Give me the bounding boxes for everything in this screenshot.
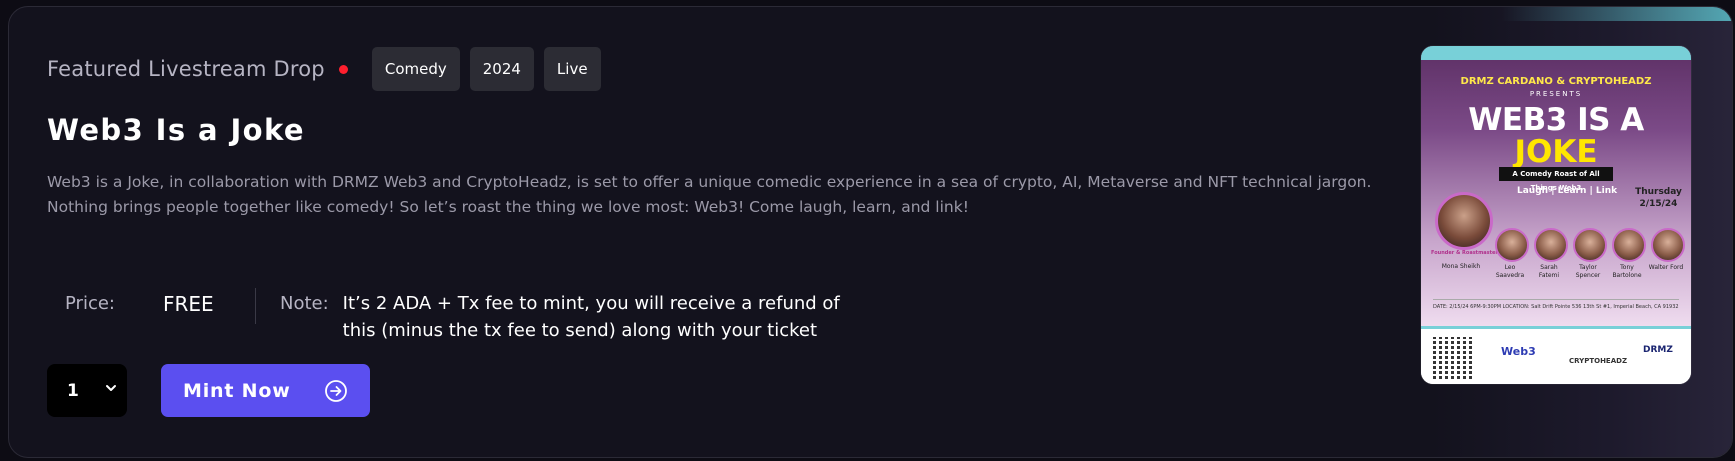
poster-title-line1: WEB3 IS A: [1468, 102, 1644, 138]
event-description: Web3 is a Joke, in collaboration with DR…: [47, 173, 1372, 216]
price-label: Price:: [65, 293, 115, 314]
comedian-avatar: [1573, 228, 1607, 262]
comedian-name: Walter Ford: [1648, 264, 1684, 271]
quantity-select[interactable]: 1: [47, 364, 127, 417]
poster-date-value: 2/15/24: [1639, 199, 1678, 209]
comedian-name: Leo Saavedra: [1495, 264, 1525, 279]
live-indicator-icon: [338, 64, 348, 74]
host-label: Founder & Roastmaster: [1431, 250, 1498, 256]
card-glow-top: [1502, 7, 1732, 21]
tag-year[interactable]: 2024: [469, 47, 534, 91]
host-name: Mona Sheikh: [1441, 263, 1481, 270]
qr-code-icon: [1433, 337, 1475, 379]
event-poster[interactable]: DRMZ CARDANO & CRYPTOHEADZ PRESENTS WEB3…: [1421, 46, 1691, 384]
poster-presents-sub: PRESENTS: [1529, 90, 1583, 98]
featured-drop-card: Featured Livestream Drop Comedy 2024 Liv…: [8, 6, 1733, 458]
comedian-name: Sarah Fatemi: [1538, 264, 1560, 279]
pricing-row: Price: FREE Note: It’s 2 ADA + Tx fee to…: [65, 288, 863, 344]
poster-topbar: [1421, 46, 1691, 60]
comedian-avatar: [1495, 228, 1529, 262]
poster-tagline: Laugh | Learn | Link: [1517, 186, 1618, 196]
mint-button-label: Mint Now: [183, 379, 291, 402]
tag-comedy[interactable]: Comedy: [371, 47, 460, 91]
comedian-name: Tony Bartolone: [1612, 264, 1642, 279]
host-avatar: [1435, 192, 1493, 250]
poster-title-line2: JOKE: [1514, 134, 1598, 170]
pricing-divider: [254, 288, 256, 324]
sponsor-logo-web3: Web3: [1501, 345, 1536, 358]
poster-presents: DRMZ CARDANO & CRYPTOHEADZ: [1460, 76, 1652, 87]
poster-info: DATE: 2/15/24 6PM-9:30PM LOCATION: Salt …: [1433, 299, 1679, 310]
tag-live[interactable]: Live: [543, 47, 601, 91]
poster-art: DRMZ CARDANO & CRYPTOHEADZ PRESENTS WEB3…: [1421, 46, 1691, 326]
comedian-avatar: [1534, 228, 1568, 262]
note-label: Note:: [279, 293, 329, 314]
chevron-down-icon: [106, 385, 116, 391]
poster-day: Thursday: [1635, 187, 1682, 197]
event-title: Web3 Is a Joke: [47, 113, 305, 147]
price-value: FREE: [162, 292, 214, 316]
poster-date: Thursday 2/15/24: [1631, 186, 1686, 210]
poster-sponsors: Web3 CRYPTOHEADZ DRMZ: [1421, 326, 1691, 384]
comedian-avatar: [1651, 228, 1685, 262]
comedian-avatar: [1612, 228, 1646, 262]
comedian-name: Taylor Spencer: [1575, 264, 1601, 279]
header-row: Featured Livestream Drop Comedy 2024 Liv…: [47, 47, 611, 91]
arrow-right-circle-icon: [325, 380, 347, 402]
poster-band: A Comedy Roast of All Things Web3: [1499, 167, 1613, 192]
sponsor-logo-drmz: DRMZ: [1643, 345, 1673, 355]
mint-now-button[interactable]: Mint Now: [161, 364, 370, 417]
quantity-value: 1: [67, 380, 79, 401]
featured-eyebrow: Featured Livestream Drop: [47, 57, 325, 81]
note-text: It’s 2 ADA + Tx fee to mint, you will re…: [342, 293, 840, 341]
sponsor-logo-cryptoheadz: CRYPTOHEADZ: [1569, 357, 1628, 365]
